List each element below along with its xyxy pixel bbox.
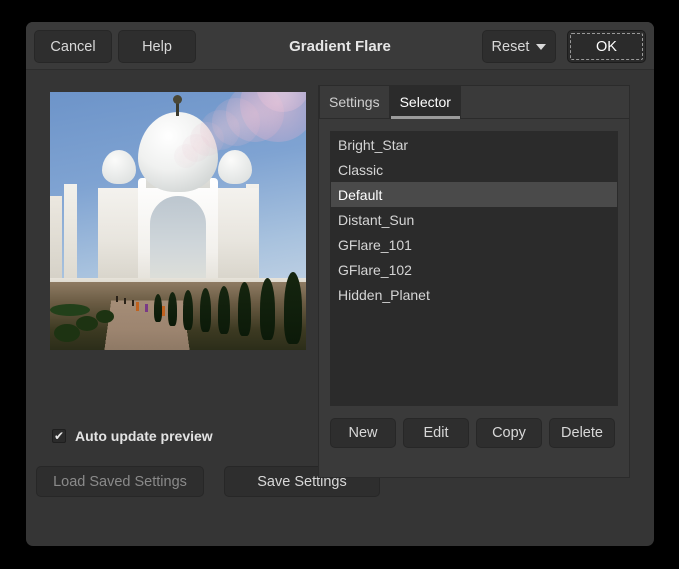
person (145, 304, 148, 312)
load-saved-settings-label: Load Saved Settings (53, 474, 187, 490)
cypress-tree (154, 294, 162, 322)
notebook-tabstrip: Settings Selector (319, 86, 629, 119)
hedge (50, 304, 90, 316)
cypress-tree (284, 272, 302, 344)
list-item[interactable]: GFlare_102 (331, 257, 617, 282)
list-item-selected[interactable]: Default (331, 182, 617, 207)
chhatri-right (218, 150, 252, 184)
hedge (76, 316, 98, 331)
ok-button-label: OK (596, 39, 617, 55)
cypress-tree (168, 292, 177, 326)
list-item[interactable]: GFlare_101 (331, 232, 617, 257)
hedge (96, 310, 114, 323)
edit-button-label: Edit (424, 425, 449, 441)
dialog-body: ✔ Auto update preview Load Saved Setting… (26, 70, 654, 546)
minaret-left (64, 184, 77, 284)
finial-ball (173, 95, 182, 104)
help-button-label: Help (142, 39, 172, 55)
list-item-label: GFlare_101 (338, 237, 412, 253)
new-button[interactable]: New (330, 418, 396, 448)
cancel-button-label: Cancel (50, 39, 95, 55)
person (132, 300, 134, 306)
person (116, 296, 118, 302)
list-item-label: Distant_Sun (338, 212, 414, 228)
tab-selector-label: Selector (400, 94, 451, 110)
chhatri-left (102, 150, 136, 184)
copy-button[interactable]: Copy (476, 418, 542, 448)
auto-update-preview-label: Auto update preview (75, 428, 213, 444)
person (136, 302, 139, 311)
help-button[interactable]: Help (118, 30, 196, 63)
delete-button[interactable]: Delete (549, 418, 615, 448)
checkbox-box: ✔ (52, 429, 66, 443)
list-item[interactable]: Distant_Sun (331, 207, 617, 232)
gflare-list[interactable]: Bright_Star Classic Default Distant_Sun … (330, 131, 618, 406)
list-item[interactable]: Hidden_Planet (331, 282, 617, 307)
tab-settings[interactable]: Settings (319, 86, 390, 118)
chevron-down-icon (536, 44, 546, 50)
cypress-tree (200, 288, 211, 332)
dialog-header: Gradient Flare Cancel Help Reset OK (26, 22, 654, 70)
selector-button-row: New Edit Copy Delete (330, 418, 618, 448)
edit-button[interactable]: Edit (403, 418, 469, 448)
delete-button-label: Delete (561, 425, 603, 441)
person (162, 306, 165, 316)
copy-button-label: Copy (492, 425, 526, 441)
cypress-tree (183, 290, 193, 330)
list-item[interactable]: Classic (331, 157, 617, 182)
cypress-tree (238, 282, 251, 336)
auto-update-preview-checkbox[interactable]: ✔ Auto update preview (52, 428, 213, 444)
reset-button-label: Reset (492, 39, 530, 55)
list-item-label: Classic (338, 162, 383, 178)
flare-circle (174, 144, 198, 168)
tab-selector[interactable]: Selector (390, 86, 461, 118)
cypress-tree (260, 278, 275, 340)
preview-image[interactable] (50, 92, 306, 350)
list-item-label: GFlare_102 (338, 262, 412, 278)
iwan-arch (150, 196, 206, 284)
tab-settings-label: Settings (329, 94, 380, 110)
ok-button[interactable]: OK (567, 30, 646, 63)
new-button-label: New (348, 425, 377, 441)
load-saved-settings-button[interactable]: Load Saved Settings (36, 466, 204, 497)
list-item[interactable]: Bright_Star (331, 132, 617, 157)
far-minaret (50, 196, 62, 284)
person (124, 298, 126, 304)
reset-dropdown-button[interactable]: Reset (482, 30, 556, 63)
list-item-label: Hidden_Planet (338, 287, 430, 303)
check-icon: ✔ (54, 430, 64, 442)
gradient-flare-dialog: Gradient Flare Cancel Help Reset OK (26, 22, 654, 546)
taj-mahal-photo (50, 92, 306, 350)
cypress-tree (218, 286, 230, 334)
settings-notebook: Settings Selector Bright_Star Classic De… (318, 85, 630, 478)
list-item-label: Bright_Star (338, 137, 408, 153)
list-item-label: Default (338, 187, 382, 203)
cancel-button[interactable]: Cancel (34, 30, 112, 63)
